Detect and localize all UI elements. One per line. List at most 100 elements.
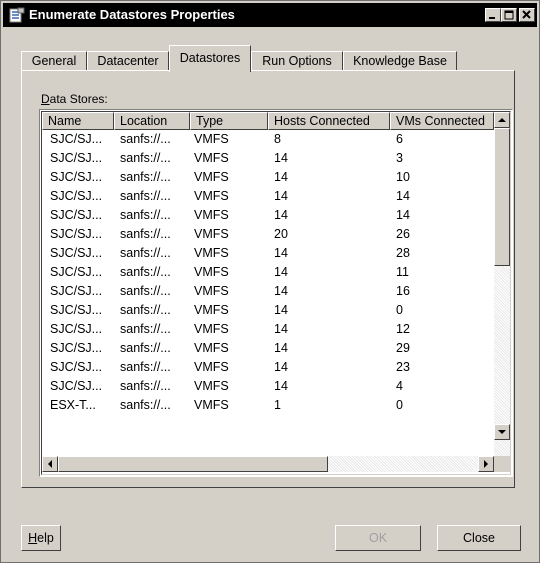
cell-name: SJC/SJ... [50, 246, 103, 260]
cell-location: sanfs://... [120, 189, 171, 203]
cell-location: sanfs://... [120, 208, 171, 222]
cell-location: sanfs://... [120, 246, 171, 260]
tab-datastores[interactable]: Datastores [169, 45, 251, 72]
scroll-left-button[interactable] [42, 456, 58, 472]
cell-type: VMFS [194, 398, 229, 412]
cell-type: VMFS [194, 360, 229, 374]
properties-icon [9, 7, 25, 23]
scroll-right-button[interactable] [478, 456, 494, 472]
table-row[interactable]: SJC/SJ... sanfs://... VMFS 14 14 [42, 207, 494, 226]
cell-type: VMFS [194, 265, 229, 279]
cell-type: VMFS [194, 170, 229, 184]
cell-name: SJC/SJ... [50, 360, 103, 374]
cell-name: ESX-T... [50, 398, 96, 412]
cell-vms-connected: 3 [396, 151, 403, 165]
scroll-up-button[interactable] [494, 112, 510, 128]
cell-hosts-connected: 14 [274, 360, 288, 374]
table-row[interactable]: SJC/SJ... sanfs://... VMFS 14 29 [42, 340, 494, 359]
cell-location: sanfs://... [120, 322, 171, 336]
table-row[interactable]: SJC/SJ... sanfs://... VMFS 14 0 [42, 302, 494, 321]
table-row[interactable]: ESX-T... sanfs://... VMFS 1 0 [42, 397, 494, 416]
cell-name: SJC/SJ... [50, 227, 103, 241]
cell-name: SJC/SJ... [50, 208, 103, 222]
cell-vms-connected: 4 [396, 379, 403, 393]
cell-type: VMFS [194, 303, 229, 317]
cell-vms-connected: 14 [396, 189, 410, 203]
cell-hosts-connected: 20 [274, 227, 288, 241]
arrow-right-icon [484, 460, 488, 468]
tab-knowledge-base[interactable]: Knowledge Base [343, 51, 457, 71]
cell-name: SJC/SJ... [50, 341, 103, 355]
table-row[interactable]: SJC/SJ... sanfs://... VMFS 14 10 [42, 169, 494, 188]
cell-type: VMFS [194, 208, 229, 222]
table-row[interactable]: SJC/SJ... sanfs://... VMFS 14 11 [42, 264, 494, 283]
table-row[interactable]: SJC/SJ... sanfs://... VMFS 20 26 [42, 226, 494, 245]
help-button[interactable]: Help [21, 525, 61, 551]
cell-vms-connected: 0 [396, 398, 403, 412]
cell-hosts-connected: 14 [274, 151, 288, 165]
cell-type: VMFS [194, 341, 229, 355]
horizontal-scrollbar[interactable] [42, 456, 494, 472]
cell-location: sanfs://... [120, 151, 171, 165]
cell-hosts-connected: 14 [274, 189, 288, 203]
table-row[interactable]: SJC/SJ... sanfs://... VMFS 14 3 [42, 150, 494, 169]
column-header-name[interactable]: Name [42, 112, 114, 130]
vertical-scroll-thumb[interactable] [494, 128, 510, 266]
cell-vms-connected: 29 [396, 341, 410, 355]
cell-hosts-connected: 14 [274, 379, 288, 393]
arrow-up-icon [498, 118, 506, 122]
close-button[interactable]: Close [437, 525, 521, 551]
table-row[interactable]: SJC/SJ... sanfs://... VMFS 14 14 [42, 188, 494, 207]
cell-type: VMFS [194, 189, 229, 203]
cell-hosts-connected: 14 [274, 265, 288, 279]
cell-location: sanfs://... [120, 284, 171, 298]
data-stores-list[interactable]: Name Location Type Hosts Connected VMs C… [39, 109, 513, 477]
tab-general[interactable]: General [21, 51, 87, 71]
table-row[interactable]: SJC/SJ... sanfs://... VMFS 14 4 [42, 378, 494, 397]
column-header-type[interactable]: Type [190, 112, 268, 130]
scroll-down-button[interactable] [494, 424, 510, 440]
column-header-vms-connected[interactable]: VMs Connected [390, 112, 494, 130]
cell-location: sanfs://... [120, 379, 171, 393]
scrollbar-corner [494, 456, 510, 472]
column-header-location[interactable]: Location [114, 112, 190, 130]
table-row[interactable]: SJC/SJ... sanfs://... VMFS 8 6 [42, 131, 494, 150]
vertical-scrollbar[interactable] [494, 112, 510, 456]
tab-run-options[interactable]: Run Options [251, 51, 343, 71]
cell-location: sanfs://... [120, 341, 171, 355]
table-row[interactable]: SJC/SJ... sanfs://... VMFS 14 28 [42, 245, 494, 264]
cell-hosts-connected: 14 [274, 170, 288, 184]
cell-hosts-connected: 8 [274, 132, 281, 146]
maximize-button[interactable] [501, 8, 517, 22]
table-row[interactable]: SJC/SJ... sanfs://... VMFS 14 12 [42, 321, 494, 340]
cell-vms-connected: 12 [396, 322, 410, 336]
data-stores-label: Data Stores: [41, 92, 108, 106]
table-row[interactable]: SJC/SJ... sanfs://... VMFS 14 16 [42, 283, 494, 302]
cell-name: SJC/SJ... [50, 132, 103, 146]
cell-name: SJC/SJ... [50, 265, 103, 279]
close-icon [522, 10, 531, 19]
cell-location: sanfs://... [120, 360, 171, 374]
ok-button[interactable]: OK [335, 525, 421, 551]
cell-type: VMFS [194, 227, 229, 241]
cell-vms-connected: 26 [396, 227, 410, 241]
cell-location: sanfs://... [120, 170, 171, 184]
title-bar[interactable]: Enumerate Datastores Properties [3, 3, 537, 27]
cell-name: SJC/SJ... [50, 303, 103, 317]
cell-hosts-connected: 14 [274, 303, 288, 317]
cell-name: SJC/SJ... [50, 151, 103, 165]
cell-type: VMFS [194, 246, 229, 260]
arrow-down-icon [498, 430, 506, 434]
minimize-button[interactable] [485, 8, 501, 22]
tab-datacenter[interactable]: Datacenter [87, 51, 169, 71]
cell-type: VMFS [194, 284, 229, 298]
column-header-hosts-connected[interactable]: Hosts Connected [268, 112, 390, 130]
arrow-left-icon [48, 460, 52, 468]
cell-hosts-connected: 14 [274, 322, 288, 336]
table-row[interactable]: SJC/SJ... sanfs://... VMFS 14 23 [42, 359, 494, 378]
cell-location: sanfs://... [120, 227, 171, 241]
cell-vms-connected: 16 [396, 284, 410, 298]
close-window-button[interactable] [519, 8, 535, 22]
horizontal-scroll-thumb[interactable] [58, 456, 328, 472]
cell-name: SJC/SJ... [50, 170, 103, 184]
